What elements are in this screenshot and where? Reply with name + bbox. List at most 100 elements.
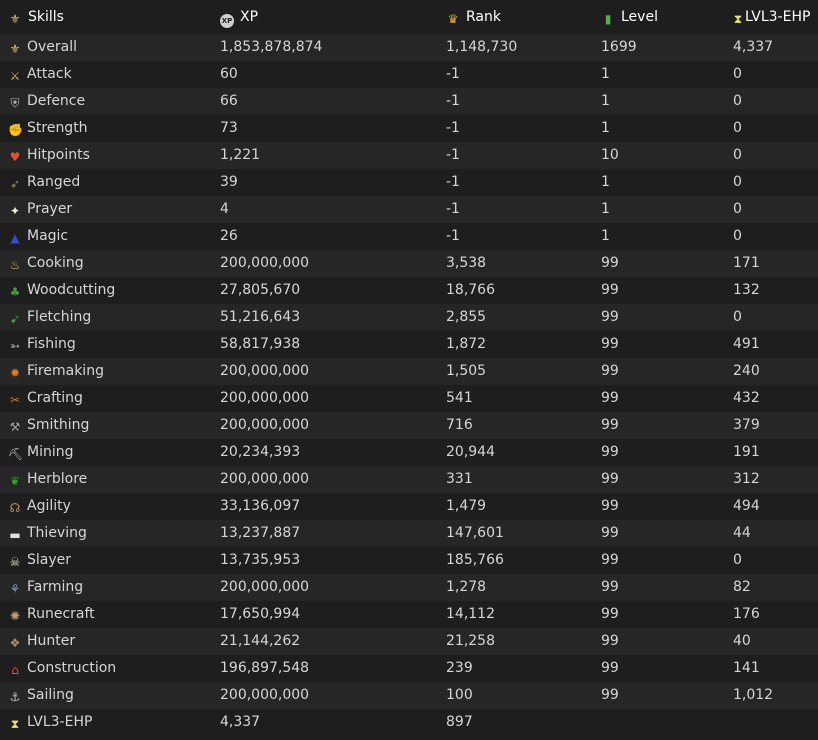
ehp-cell: 0 [733,120,742,136]
ehp-cell: 191 [733,444,760,460]
firemaking-icon: ✹ [9,366,21,380]
level-cell: 99 [601,282,619,298]
skill-name: Cooking [27,255,84,271]
table-row[interactable]: ✂ Crafting 200,000,000 541 99 432 [0,385,818,412]
table-row[interactable]: ♥ Hitpoints 1,221 -1 10 0 [0,142,818,169]
level-column-header[interactable]: ▮ Level [601,0,658,34]
table-row[interactable]: ⛨ Defence 66 -1 1 0 [0,88,818,115]
rank-cell: 3,538 [446,255,487,271]
rank-cell: 716 [446,417,473,433]
ehp-column-header[interactable]: ⧗ LVL3-EHP [733,0,811,34]
skill-name: Farming [27,579,84,595]
table-row[interactable]: ▲ Magic 26 -1 1 0 [0,223,818,250]
ehp-header-label: LVL3-EHP [745,9,811,25]
skill-name: Attack [27,66,72,82]
skill-name: Mining [27,444,74,460]
table-row[interactable]: ⚓ Sailing 200,000,000 100 99 1,012 [0,682,818,709]
skill-cell: ➹ Fletching [8,304,91,331]
table-row[interactable]: ✹ Firemaking 200,000,000 1,505 99 240 [0,358,818,385]
skill-cell: ♨ Cooking [8,250,84,277]
ehp-cell: 1,012 [733,687,774,703]
xp-cell: 200,000,000 [220,417,310,433]
ranged-icon: ➶ [9,177,21,191]
table-row[interactable]: ☊ Agility 33,136,097 1,479 99 494 [0,493,818,520]
ehp-cell: 432 [733,390,760,406]
skill-cell: ⧗ LVL3-EHP [8,709,93,736]
skill-name: Magic [27,228,69,244]
xp-column-header[interactable]: XP XP [220,0,258,34]
herblore-icon: ❦ [9,474,21,488]
skill-cell: ⚒ Smithing [8,412,90,439]
bar-chart-icon: ▮ [604,12,612,26]
rank-cell: 21,258 [446,633,495,649]
skill-name: Hitpoints [27,147,90,163]
skill-cell: ▬ Thieving [8,520,87,547]
xp-cell: 60 [220,66,238,82]
rank-cell: 1,148,730 [446,39,518,55]
rank-cell: -1 [446,201,460,217]
xp-cell: 27,805,670 [220,282,301,298]
level-cell: 1 [601,93,610,109]
table-row[interactable]: ❖ Hunter 21,144,262 21,258 99 40 [0,628,818,655]
xp-cell: 13,735,953 [220,552,301,568]
xp-cell: 13,237,887 [220,525,301,541]
table-row[interactable]: ⛏ Mining 20,234,393 20,944 99 191 [0,439,818,466]
skill-cell: ✺ Runecraft [8,601,95,628]
table-row[interactable]: ⚘ Farming 200,000,000 1,278 99 82 [0,574,818,601]
table-row[interactable]: ➳ Fishing 58,817,938 1,872 99 491 [0,331,818,358]
xp-cell: 58,817,938 [220,336,301,352]
table-row[interactable]: ➹ Fletching 51,216,643 2,855 99 0 [0,304,818,331]
skill-cell: ❖ Hunter [8,628,76,655]
table-body: ⚜ Overall 1,853,878,874 1,148,730 1699 4,337 ⚔… [0,34,818,736]
ehp-cell: 0 [733,93,742,109]
table-row[interactable]: ✦ Prayer 4 -1 1 0 [0,196,818,223]
table-row[interactable]: ♣ Woodcutting 27,805,670 18,766 99 132 [0,277,818,304]
xp-cell: 20,234,393 [220,444,301,460]
rank-cell: 2,855 [446,309,487,325]
skill-name: Hunter [27,633,76,649]
xp-cell: 200,000,000 [220,579,310,595]
table-row[interactable]: ➶ Ranged 39 -1 1 0 [0,169,818,196]
skills-column-header[interactable]: ⚜ Skills [8,0,64,34]
strength-icon: ✊ [8,123,23,137]
level-cell: 1 [601,120,610,136]
table-row[interactable]: ▬ Thieving 13,237,887 147,601 99 44 [0,520,818,547]
table-row[interactable]: ♨ Cooking 200,000,000 3,538 99 171 [0,250,818,277]
table-row[interactable]: ☠ Slayer 13,735,953 185,766 99 0 [0,547,818,574]
xp-cell: 200,000,000 [220,687,310,703]
level-cell: 99 [601,687,619,703]
slayer-icon: ☠ [9,555,21,569]
table-row[interactable]: ⧗ LVL3-EHP 4,337 897 [0,709,818,736]
level-cell: 1699 [601,39,637,55]
level-cell: 99 [601,390,619,406]
table-row[interactable]: ✺ Runecraft 17,650,994 14,112 99 176 [0,601,818,628]
table-row[interactable]: ⚜ Overall 1,853,878,874 1,148,730 1699 4,337 [0,34,818,61]
rank-cell: 20,944 [446,444,495,460]
rank-column-header[interactable]: ♛ Rank [446,0,501,34]
agility-icon: ☊ [9,501,21,515]
table-row[interactable]: ⚒ Smithing 200,000,000 716 99 379 [0,412,818,439]
table-row[interactable]: ❦ Herblore 200,000,000 331 99 312 [0,466,818,493]
skill-name: Agility [27,498,71,514]
hitpoints-icon: ♥ [9,150,21,164]
level-cell: 1 [601,174,610,190]
level-cell: 1 [601,201,610,217]
skill-cell: ✊ Strength [8,115,88,142]
ehp-cell: 176 [733,606,760,622]
xp-cell: 73 [220,120,238,136]
xp-icon: XP [220,14,234,28]
ehp-cell: 491 [733,336,760,352]
skill-cell: ⚜ Overall [8,34,77,61]
ehp-cell: 40 [733,633,751,649]
table-row[interactable]: ✊ Strength 73 -1 1 0 [0,115,818,142]
table-row[interactable]: ⌂ Construction 196,897,548 239 99 141 [0,655,818,682]
skill-cell: ▲ Magic [8,223,68,250]
magic-icon: ▲ [10,231,20,245]
skill-name: Construction [27,660,117,676]
skill-cell: ⛏ Mining [8,439,74,466]
rank-header-label: Rank [466,9,501,25]
skill-name: Smithing [27,417,90,433]
skill-cell: ⌂ Construction [8,655,116,682]
xp-cell: 4,337 [220,714,261,730]
table-row[interactable]: ⚔ Attack 60 -1 1 0 [0,61,818,88]
